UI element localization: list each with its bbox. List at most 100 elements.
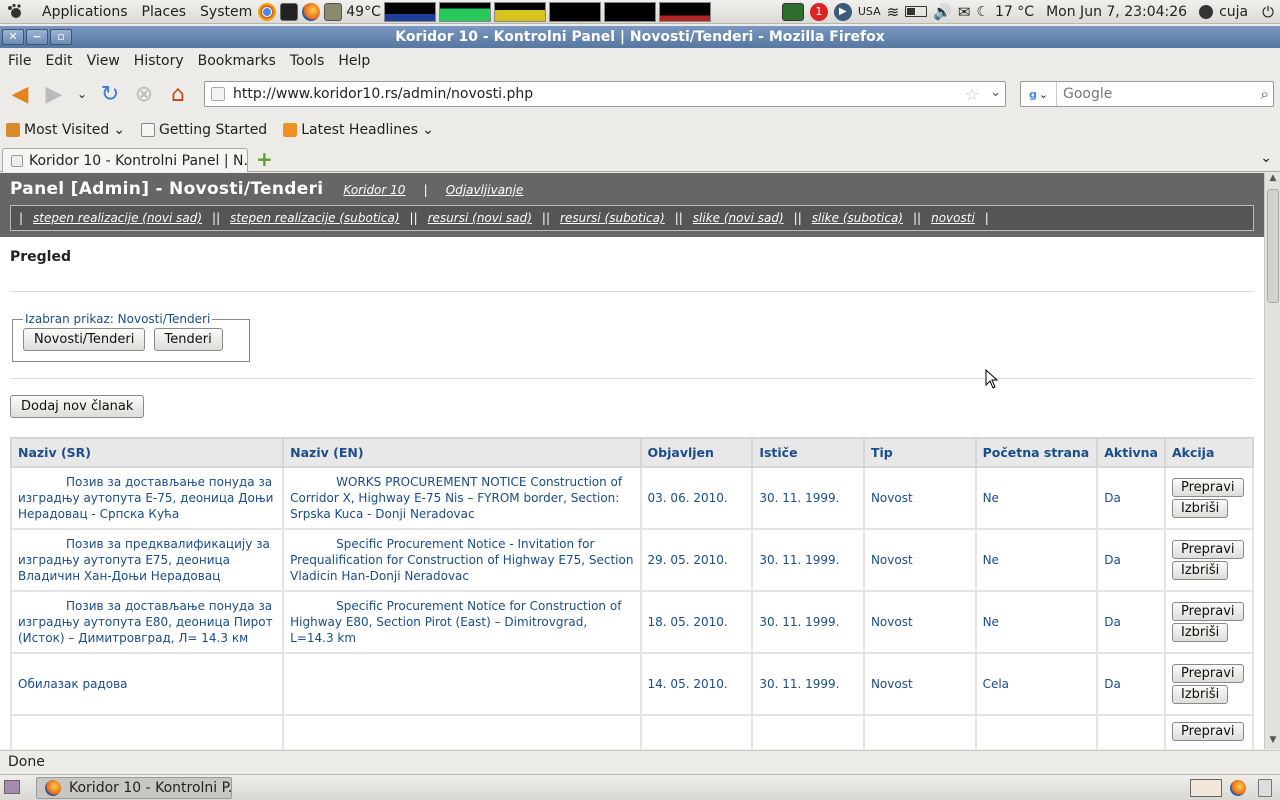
system-menu[interactable]: System [200, 4, 252, 20]
applications-menu[interactable]: Applications [42, 4, 128, 20]
edit-button[interactable]: Prepravi [1171, 478, 1244, 497]
col-pocetna-strana[interactable]: Početna strana [974, 437, 1099, 468]
cell-aktivna: Da [1096, 528, 1166, 592]
wifi-icon[interactable]: ≋ [887, 3, 900, 21]
places-menu[interactable]: Places [142, 4, 187, 20]
page-icon [140, 123, 155, 137]
terminal-launcher-icon[interactable] [280, 2, 299, 21]
url-dropdown-icon[interactable]: ⌄ [990, 85, 1001, 100]
link-separator: | [423, 183, 428, 197]
delete-button[interactable]: Izbriši [1171, 561, 1229, 580]
menu-bookmarks[interactable]: Bookmarks [198, 53, 276, 69]
user-name[interactable]: cuja [1219, 4, 1248, 20]
workspace-switcher[interactable] [1190, 779, 1222, 797]
load-monitor-graph [603, 1, 656, 22]
battery-icon[interactable] [905, 6, 928, 17]
edit-button[interactable]: Prepravi [1171, 664, 1244, 683]
edit-button[interactable]: Prepravi [1171, 722, 1244, 741]
cell-tip: Novost [862, 652, 977, 716]
add-article-button[interactable]: Dodaj nov članak [10, 395, 145, 418]
link-logout[interactable]: Odjavljivanje [446, 183, 524, 197]
back-arrow-icon[interactable]: ◀ [6, 80, 34, 108]
stop-icon[interactable]: ⊗ [130, 80, 158, 108]
cell-naziv-en [282, 652, 642, 716]
view-news-tenders-button[interactable]: Novosti/Tenderi [23, 328, 146, 351]
chrome-launcher-icon[interactable] [258, 2, 277, 21]
menu-tools[interactable]: Tools [290, 53, 325, 69]
clock[interactable]: Mon Jun 7, 23:04:26 [1046, 4, 1187, 20]
menu-file[interactable]: File [8, 53, 31, 69]
delete-button[interactable]: Izbriši [1171, 499, 1229, 518]
nav-slike-subotica[interactable]: slike (subotica) [812, 211, 903, 225]
nav-stepen-novi-sad[interactable]: stepen realizacije (novi sad) [33, 211, 202, 225]
nav-resursi-novi-sad[interactable]: resursi (novi sad) [428, 211, 532, 225]
search-bar[interactable]: g⌄ ⌕ [1020, 81, 1274, 107]
bookmark-star-icon[interactable]: ☆ [965, 85, 979, 104]
maximize-window-icon[interactable]: ▫ [50, 29, 72, 45]
search-icon[interactable]: ⌕ [1261, 85, 1269, 103]
power-icon[interactable]: ⏻ [1262, 3, 1274, 21]
firefox-workspace-icon[interactable] [1230, 780, 1246, 796]
reload-icon[interactable]: ↻ [96, 80, 124, 108]
trash-icon[interactable] [1258, 779, 1272, 797]
delete-button[interactable]: Izbriši [1171, 623, 1229, 642]
nav-separator: || [541, 211, 551, 225]
edit-button[interactable]: Prepravi [1171, 602, 1244, 621]
firefox-launcher-icon[interactable] [302, 2, 321, 21]
close-window-icon[interactable]: ✕ [2, 29, 24, 45]
cell-akcija: Prepravi Izbriši [1163, 590, 1255, 654]
col-aktivna[interactable]: Aktivna [1096, 437, 1166, 468]
scroll-up-icon[interactable]: ▲ [1265, 173, 1280, 187]
new-tab-icon[interactable]: + [256, 149, 273, 169]
show-desktop-icon[interactable] [4, 780, 20, 794]
divider [10, 291, 1254, 292]
cell-istice: 30. 11. 1999. [751, 528, 865, 592]
view-tenders-button[interactable]: Tenderi [153, 328, 223, 351]
tab-list-chevron-icon[interactable]: ⌄ [1260, 150, 1272, 166]
menu-history[interactable]: History [134, 53, 184, 69]
bookmark-latest-headlines[interactable]: Latest Headlines ⌄ [283, 122, 434, 138]
forward-arrow-icon[interactable]: ▶ [40, 80, 68, 108]
edit-button[interactable]: Prepravi [1171, 540, 1244, 559]
menu-view[interactable]: View [87, 53, 120, 69]
mail-icon[interactable]: ✉ [958, 3, 971, 21]
overview-section: Pregled Izabran prikaz: Novosti/Tenderi … [0, 237, 1264, 749]
scrollbar-thumb[interactable] [1267, 189, 1279, 303]
bookmark-getting-started[interactable]: Getting Started [140, 122, 267, 138]
col-tip[interactable]: Tip [862, 437, 977, 468]
col-objavljen[interactable]: Objavljen [639, 437, 754, 468]
col-naziv-en[interactable]: Naziv (EN) [282, 437, 642, 468]
tab-koridor[interactable]: Koridor 10 - Kontrolni Panel | N... [2, 148, 248, 172]
link-home[interactable]: Koridor 10 [343, 183, 405, 197]
col-naziv-sr[interactable]: Naziv (SR) [9, 437, 285, 468]
firefox-menubar: File Edit View History Bookmarks Tools H… [0, 48, 1280, 74]
nav-slike-novi-sad[interactable]: slike (novi sad) [693, 211, 784, 225]
home-icon[interactable]: ⌂ [164, 80, 192, 108]
vertical-scrollbar[interactable]: ▲ ▼ [1264, 173, 1280, 749]
nav-stepen-subotica[interactable]: stepen realizacije (subotica) [230, 211, 399, 225]
volume-icon[interactable]: 🔊 [933, 3, 952, 21]
bookmark-label: Latest Headlines [301, 122, 419, 138]
menu-edit[interactable]: Edit [45, 53, 72, 69]
col-istice[interactable]: Ističe [751, 437, 865, 468]
scroll-down-icon[interactable]: ▼ [1265, 735, 1280, 749]
menu-help[interactable]: Help [338, 53, 370, 69]
bookmark-most-visited[interactable]: Most Visited ⌄ [6, 122, 125, 138]
taskbar-firefox-window[interactable]: Koridor 10 - Kontrolni P... [36, 776, 232, 799]
nav-novosti[interactable]: novosti [931, 211, 975, 225]
nav-resursi-subotica[interactable]: resursi (subotica) [560, 211, 665, 225]
delete-button[interactable]: Izbriši [1171, 685, 1229, 704]
battery-applet-icon[interactable] [781, 2, 804, 21]
keyboard-layout[interactable]: USA [858, 5, 881, 18]
search-input[interactable] [1057, 86, 1247, 102]
url-text[interactable]: http://www.koridor10.rs/admin/novosti.ph… [233, 86, 533, 102]
table-row: Позив за предквалификацију за изградњу а… [9, 528, 1255, 592]
url-bar[interactable]: http://www.koridor10.rs/admin/novosti.ph… [204, 81, 1006, 107]
media-play-icon[interactable]: ▶ [833, 2, 852, 21]
search-engine-selector[interactable]: g ⌄ [1021, 82, 1057, 106]
update-notifier-icon[interactable]: 1 [809, 2, 828, 21]
weather-temperature[interactable]: 17 °C [995, 4, 1034, 20]
window-titlebar[interactable]: ✕ − ▫ Koridor 10 - Kontrolni Panel | Nov… [0, 26, 1280, 48]
history-dropdown-icon[interactable]: ⌄ [74, 80, 90, 108]
minimize-window-icon[interactable]: − [26, 29, 48, 45]
